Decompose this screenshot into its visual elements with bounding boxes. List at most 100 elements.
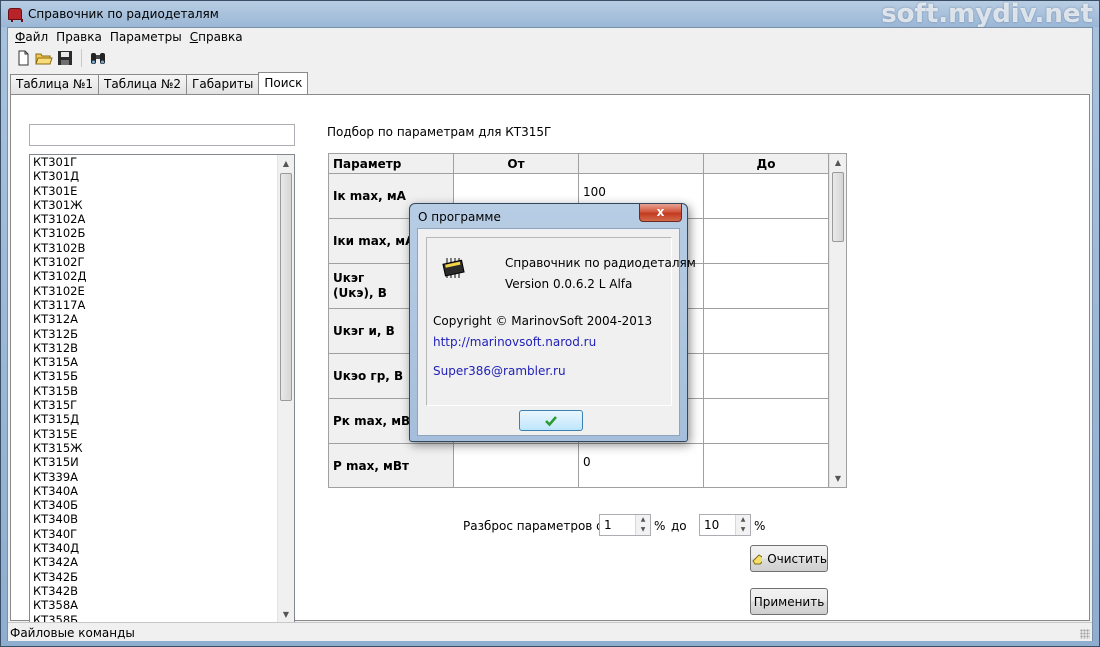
list-item[interactable]: КТ3117А [30,298,294,312]
param-cell-text: Iк max, мА [333,188,406,203]
from-cell[interactable] [454,444,579,487]
to-cell[interactable] [704,219,829,264]
save-disk-icon[interactable] [56,49,74,67]
list-item[interactable]: КТ301Ж [30,198,294,212]
list-item[interactable]: КТ358А [30,598,294,612]
component-list: КТ301Г КТ301Д КТ301Е КТ301Ж КТ3102А КТ3102Б КТ… [29,154,295,624]
list-item[interactable]: КТ340Б [30,498,294,512]
tab-search[interactable]: Поиск [258,72,309,94]
list-item[interactable]: КТ3102Б [30,226,294,240]
list-item[interactable]: КТ342Б [30,570,294,584]
list-item[interactable]: КТ340А [30,484,294,498]
list-item[interactable]: КТ301Е [30,184,294,198]
to-cell[interactable] [704,174,829,219]
title-bar[interactable]: Справочник по радиодеталям soft.mydiv.ne… [1,0,1099,29]
list-item[interactable]: КТ312Б [30,327,294,341]
status-bar: Файловые команды [8,622,1092,641]
spinner-arrows[interactable]: ▲ ▼ [735,515,750,535]
list-item[interactable]: КТ340Г [30,527,294,541]
menu-help[interactable]: Справка [187,28,248,46]
list-item[interactable]: КТ315И [30,455,294,469]
value-cell[interactable]: 0 [579,444,704,487]
menu-file[interactable]: Файл [12,28,53,46]
grid-scroll-up-icon[interactable]: ▲ [830,154,846,171]
list-item[interactable]: КТ3102Г [30,255,294,269]
spinner-arrows[interactable]: ▲ ▼ [635,515,650,535]
close-button[interactable]: x [639,204,682,222]
new-file-icon[interactable] [14,49,32,67]
list-item[interactable]: КТ315А [30,355,294,369]
search-input[interactable] [29,124,295,146]
list-item[interactable]: КТ3102Е [30,284,294,298]
scroll-down-arrow-icon[interactable]: ▼ [278,606,294,623]
scroll-up-arrow-icon[interactable]: ▲ [278,155,294,172]
list-item[interactable]: КТ312В [30,341,294,355]
list-item[interactable]: КТ301Д [30,169,294,183]
list-item[interactable]: КТ3102Д [30,269,294,283]
menu-settings[interactable]: Параметры [107,28,187,46]
spin-up-icon[interactable]: ▲ [736,515,750,525]
to-cell[interactable] [704,264,829,309]
list-item[interactable]: КТ315Д [30,412,294,426]
grid-scroll-thumb[interactable] [832,172,844,242]
open-folder-icon[interactable] [35,49,53,67]
resize-grip-icon[interactable] [1080,629,1090,639]
list-item[interactable]: КТ315В [30,384,294,398]
list-item[interactable]: КТ342В [30,584,294,598]
apply-button[interactable]: Применить [750,588,828,615]
list-item[interactable]: КТ342А [30,555,294,569]
clear-button[interactable]: Очистить [750,545,828,572]
list-item[interactable]: КТ315Г [30,398,294,412]
app-icon [8,8,23,22]
spread-to-value: 10 [704,518,720,532]
window-title: Справочник по радиодеталям [28,7,219,21]
grid-scrollbar[interactable]: ▲ ▼ [829,154,846,487]
to-cell[interactable] [704,399,829,444]
value-cell-text: 100 [583,185,606,199]
grid-header: Параметр От До [329,154,829,174]
col-param: Параметр [329,154,454,174]
spread-to-spinner[interactable]: 10 ▲ ▼ [699,514,751,536]
chip-icon [442,258,465,278]
param-cell-text: Pк max, мВт [333,413,418,428]
watermark: soft.mydiv.net [881,0,1093,29]
to-cell[interactable] [704,354,829,399]
grid-scroll-down-icon[interactable]: ▼ [830,470,846,487]
list-scrollbar[interactable]: ▲ ▼ [277,155,294,623]
check-icon [545,415,557,426]
list-item[interactable]: КТ315Ж [30,441,294,455]
spread-from-spinner[interactable]: 1 ▲ ▼ [599,514,651,536]
list-item[interactable]: КТ3102А [30,212,294,226]
list-item[interactable]: КТ340Д [30,541,294,555]
list-item[interactable]: КТ3102В [30,241,294,255]
tab-table-1[interactable]: Таблица №1 [10,74,100,94]
ok-button[interactable] [519,410,583,431]
about-version: Version 0.0.6.2 L Alfa [505,277,633,291]
about-copyright: Copyright © MarinovSoft 2004-2013 [433,314,653,328]
percent-sign: % [654,519,666,533]
to-cell[interactable] [704,309,829,354]
param-cell-text: Uкэг и, В [333,323,395,338]
scroll-thumb[interactable] [280,173,292,401]
list-item[interactable]: КТ340В [30,512,294,526]
about-email-link[interactable]: Super386@rambler.ru [433,364,566,378]
list-item[interactable]: КТ315Е [30,427,294,441]
list-item[interactable]: КТ312А [30,312,294,326]
eraser-icon [752,553,763,564]
list-item[interactable]: КТ315Б [30,369,294,383]
tab-table-2[interactable]: Таблица №2 [98,74,188,94]
percent-sign: % [754,519,766,533]
spin-down-icon[interactable]: ▼ [736,525,750,535]
binoculars-icon[interactable] [89,49,107,67]
spin-up-icon[interactable]: ▲ [636,515,650,525]
list-item[interactable]: КТ301Г [30,155,294,169]
tab-dimensions[interactable]: Габариты [186,74,260,94]
col-to: До [704,154,829,174]
menu-edit[interactable]: Правка [53,28,107,46]
table-row: P max, мВт 0 [329,444,829,487]
list-item[interactable]: КТ339А [30,470,294,484]
spread-from-value: 1 [604,518,612,532]
about-website-link[interactable]: http://marinovsoft.narod.ru [433,335,596,349]
spin-down-icon[interactable]: ▼ [636,525,650,535]
to-cell[interactable] [704,444,829,487]
